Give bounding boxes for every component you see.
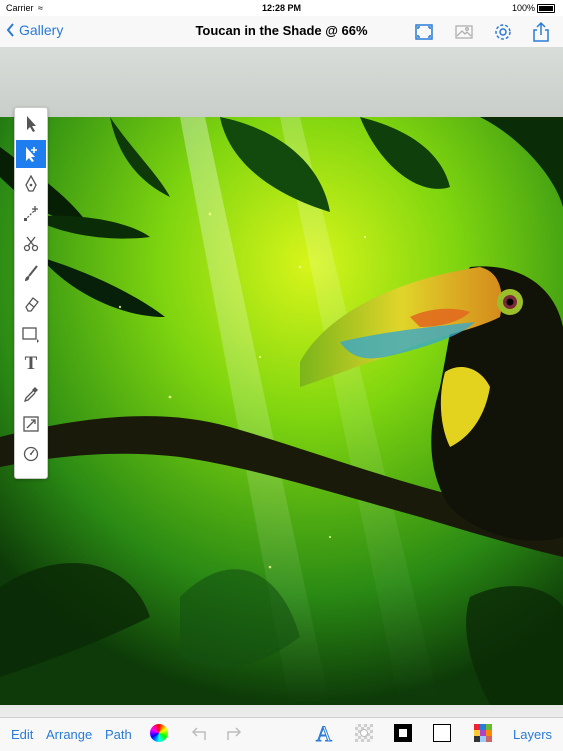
select-arrow-icon[interactable]: [16, 110, 46, 138]
status-bar: Carrier 12:28 PM 100% ≈: [0, 0, 563, 16]
fill-color-swatch[interactable]: [433, 724, 453, 744]
toucan-artwork[interactable]: [0, 117, 563, 705]
stroke-style-icon[interactable]: [355, 724, 375, 744]
eraser-icon[interactable]: [16, 290, 46, 318]
share-icon[interactable]: [530, 21, 552, 43]
add-point-icon[interactable]: [16, 200, 46, 228]
battery-icon: [537, 4, 555, 13]
battery-percent: 100%: [511, 3, 535, 13]
subselect-arrow-icon[interactable]: [16, 140, 46, 168]
rectangle-shape-icon[interactable]: [16, 320, 46, 348]
tools-palette: T: [14, 107, 48, 479]
redo-icon[interactable]: [224, 724, 244, 744]
fit-screen-icon[interactable]: [413, 21, 435, 43]
pen-icon[interactable]: [16, 170, 46, 198]
wifi-icon: ≈: [38, 3, 43, 13]
page-title: Toucan in the Shade @ 66%: [195, 23, 368, 38]
text-tool-glyph: T: [24, 353, 38, 374]
stroke-color-swatch[interactable]: [394, 724, 414, 744]
eyedropper-icon[interactable]: [16, 380, 46, 408]
bottom-toolbar: Edit Arrange Path A Layers: [0, 717, 563, 751]
layers-button[interactable]: Layers: [513, 727, 552, 742]
path-button[interactable]: Path: [105, 727, 132, 742]
text-tool-icon[interactable]: T: [16, 350, 46, 378]
color-wheel-icon[interactable]: [150, 724, 170, 744]
status-time: 12:28 PM: [261, 3, 302, 13]
canvas-margin-top: [0, 47, 563, 117]
scale-icon[interactable]: [16, 410, 46, 438]
image-icon[interactable]: [453, 21, 475, 43]
undo-icon[interactable]: [189, 724, 209, 744]
rotate-icon[interactable]: [16, 440, 46, 468]
font-glyph: A: [316, 721, 333, 746]
arrange-button[interactable]: Arrange: [46, 727, 92, 742]
navigation-bar: Gallery Toucan in the Shade @ 66%: [0, 16, 563, 48]
font-icon[interactable]: A: [316, 721, 338, 746]
swatches-grid-icon[interactable]: [474, 724, 494, 744]
gear-icon[interactable]: [492, 21, 514, 43]
drawing-canvas[interactable]: T: [0, 47, 563, 717]
edit-button[interactable]: Edit: [11, 727, 33, 742]
brush-icon[interactable]: [16, 260, 46, 288]
scissors-icon[interactable]: [16, 230, 46, 258]
